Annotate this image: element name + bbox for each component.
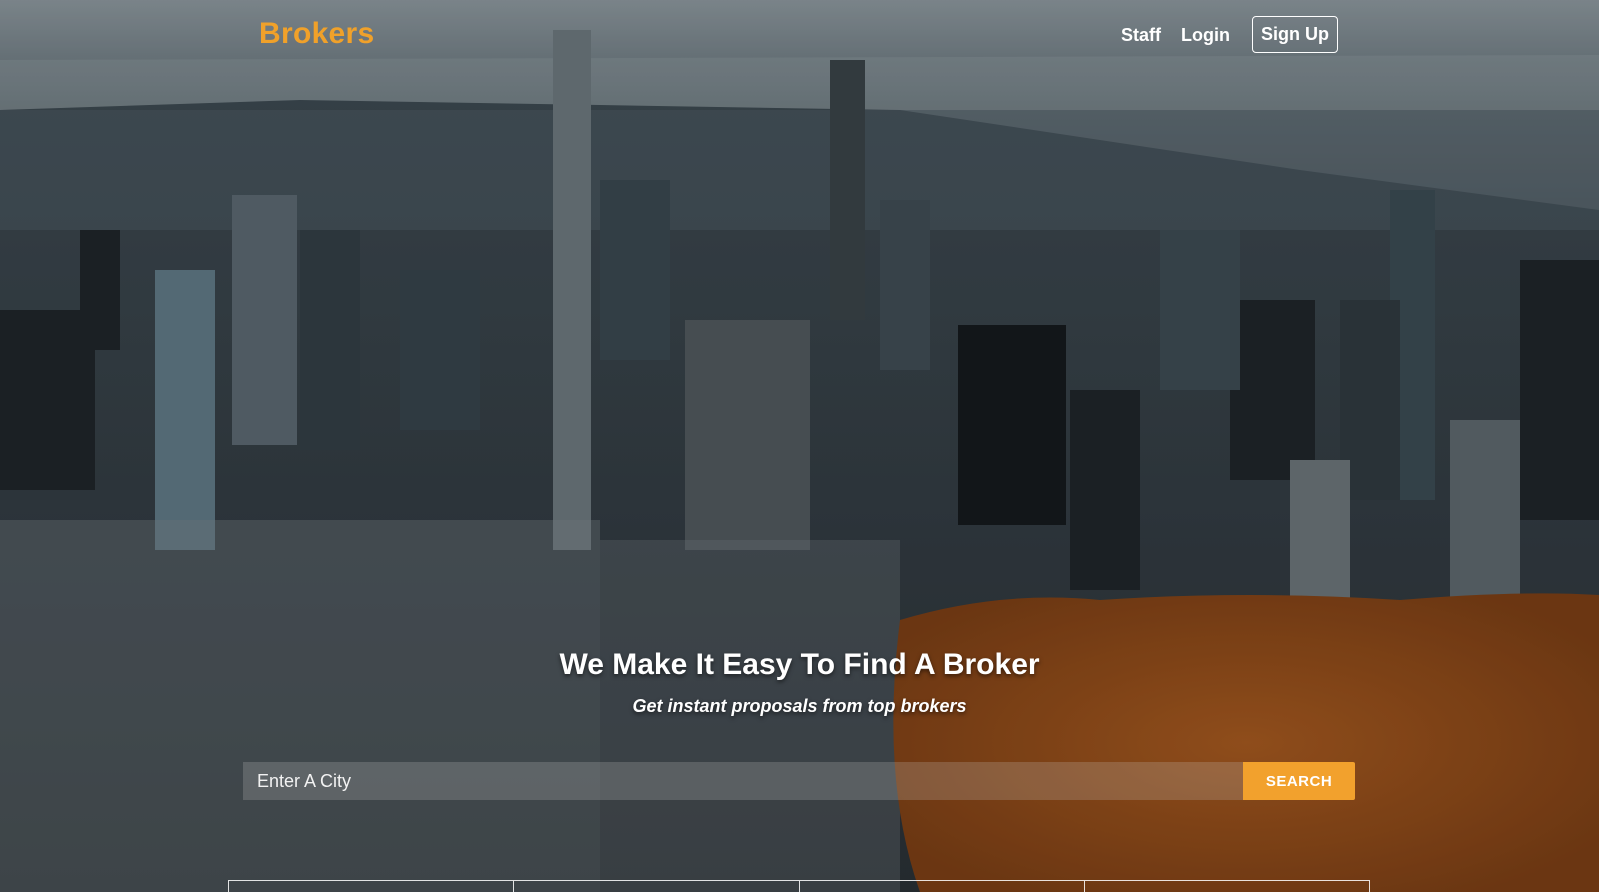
city-search-bar: SEARCH: [243, 762, 1355, 800]
feature-cards-row: [228, 880, 1370, 892]
brand-logo[interactable]: Brokers: [259, 17, 375, 51]
nav-links: Staff Login Sign Up: [1111, 16, 1338, 53]
nav-link-login[interactable]: Login: [1171, 17, 1240, 53]
signup-button[interactable]: Sign Up: [1252, 16, 1338, 53]
search-button[interactable]: SEARCH: [1243, 762, 1355, 800]
feature-card: [228, 881, 513, 892]
feature-card: [798, 881, 1084, 892]
feature-card: [513, 881, 798, 892]
feature-card: [1083, 881, 1370, 892]
city-skyline-background: [0, 0, 1599, 892]
hero-title: We Make It Easy To Find A Broker: [559, 648, 1040, 681]
city-search-input[interactable]: [243, 762, 1243, 800]
top-navbar: Brokers Staff Login Sign Up: [0, 0, 1599, 72]
landing-page: Brokers Staff Login Sign Up We Make It E…: [0, 0, 1599, 892]
nav-link-staff[interactable]: Staff: [1111, 17, 1171, 53]
hero-subtitle: Get instant proposals from top brokers: [632, 696, 967, 716]
